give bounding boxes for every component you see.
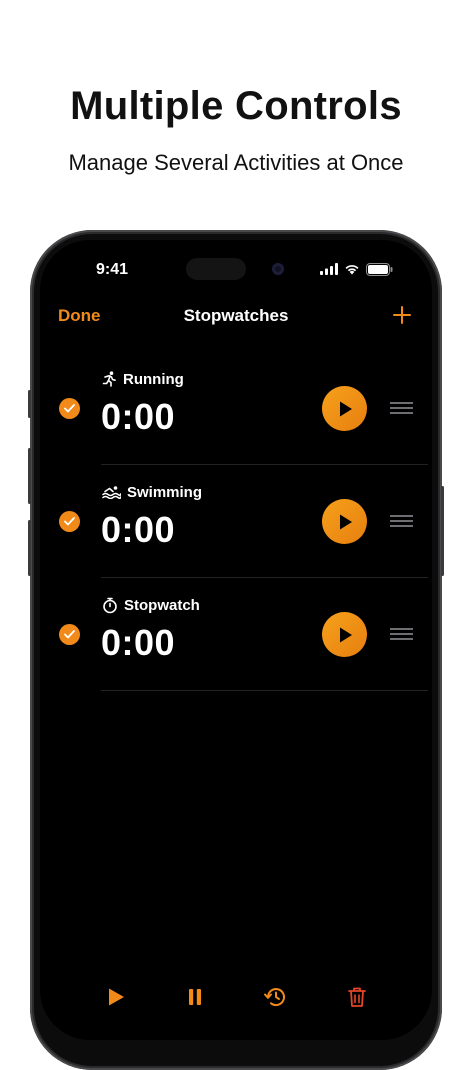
- stopwatch-row-stopwatch[interactable]: Stopwatch 0:00: [40, 578, 432, 691]
- start-all-button[interactable]: [103, 984, 129, 1010]
- pause-icon: [189, 989, 201, 1005]
- power-button: [441, 486, 444, 576]
- elapsed-time: 0:00: [101, 622, 176, 663]
- bottom-toolbar: [40, 984, 432, 1014]
- navigation-bar: Done Stopwatches: [40, 302, 432, 332]
- mute-switch: [28, 390, 31, 418]
- screen-title: Stopwatches: [183, 306, 289, 325]
- plus-icon[interactable]: [392, 304, 412, 326]
- play-icon: [339, 514, 352, 529]
- wifi-icon: [345, 265, 359, 275]
- stopwatch-list: Running 0:00 Swimming 0:00 Stopwatch 0:0…: [40, 352, 432, 691]
- play-icon: [109, 988, 124, 1006]
- play-icon: [339, 627, 352, 642]
- reorder-handle-icon[interactable]: [390, 628, 413, 640]
- play-button[interactable]: [322, 499, 367, 544]
- running-icon: [102, 371, 116, 387]
- status-bar: 9:41: [40, 240, 432, 300]
- stopwatch-label: Swimming: [127, 483, 203, 501]
- front-camera: [272, 263, 284, 275]
- play-button[interactable]: [322, 386, 367, 431]
- pause-all-button[interactable]: [182, 984, 208, 1010]
- subheadline: Manage Several Activities at Once: [68, 150, 404, 175]
- headline: Multiple Controls: [70, 84, 402, 128]
- swimming-icon: [102, 486, 121, 499]
- stopwatch-row-running[interactable]: Running 0:00: [40, 352, 432, 465]
- checkmark-circle-icon[interactable]: [59, 511, 80, 532]
- elapsed-time: 0:00: [101, 396, 176, 437]
- stopwatch-row-swimming[interactable]: Swimming 0:00: [40, 465, 432, 578]
- volume-up-button: [28, 448, 31, 504]
- status-time: 9:41: [96, 261, 129, 278]
- checkmark-circle-icon[interactable]: [59, 624, 80, 645]
- volume-down-button: [28, 520, 31, 576]
- checkmark-circle-icon[interactable]: [59, 398, 80, 419]
- stopwatch-label: Running: [123, 370, 184, 388]
- history-icon: [264, 988, 285, 1007]
- elapsed-time: 0:00: [101, 509, 176, 550]
- cellular-signal-icon: [320, 263, 338, 275]
- dynamic-island: [186, 258, 246, 280]
- reorder-handle-icon[interactable]: [390, 515, 413, 527]
- row-divider: [101, 690, 428, 691]
- stopwatch-icon: [103, 597, 117, 613]
- app-screen: 9:41 Done Stopwatches Running 0:00 Swimm…: [40, 240, 432, 1040]
- reorder-handle-icon[interactable]: [390, 402, 413, 414]
- play-icon: [339, 401, 352, 416]
- stopwatch-label: Stopwatch: [124, 596, 200, 614]
- delete-button[interactable]: [344, 984, 370, 1010]
- battery-icon: [366, 262, 393, 276]
- trash-icon: [348, 987, 366, 1007]
- reset-all-button[interactable]: [262, 984, 288, 1010]
- play-button[interactable]: [322, 612, 367, 657]
